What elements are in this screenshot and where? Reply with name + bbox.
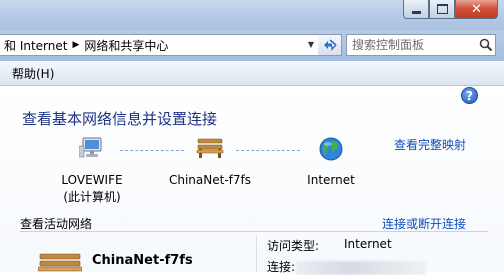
title-bar: ✕ [0,0,504,30]
page-title: 查看基本网络信息并设置连接 [22,110,218,128]
refresh-icon [323,39,337,51]
menu-bar: 帮助(H) [0,61,504,86]
connection-value-redacted[interactable] [296,261,426,275]
breadcrumb[interactable]: 和 Internet ▶ 网络和共享中心 ▼ [0,34,319,56]
node-computer-label: LOVEWIFE [61,173,123,187]
search-input[interactable] [347,37,478,53]
connect-disconnect-link[interactable]: 连接或断开连接 [382,215,466,232]
active-networks-heading: 查看活动网络 [20,217,93,231]
connections-label: 连接: [267,260,296,274]
refresh-button[interactable] [318,34,342,56]
node-computer-sublabel: (此计算机) [63,190,121,204]
node-network-label: ChinaNet-f7fs [168,173,251,187]
main-content: ? 查看基本网络信息并设置连接 查看完整映射 LOVEWIFE (此计算机) C… [0,86,504,275]
node-internet[interactable]: Internet [292,136,370,189]
bench-network-icon [38,253,82,272]
minimize-button[interactable] [403,0,429,19]
address-row: 和 Internet ▶ 网络和共享中心 ▼ [0,30,504,61]
node-network[interactable]: ChinaNet-f7fs [160,136,260,189]
view-full-map-link[interactable]: 查看完整映射 [394,136,466,153]
minimize-icon [411,10,421,14]
globe-icon [319,137,343,161]
breadcrumb-separator-icon[interactable]: ▶ [71,40,80,50]
access-type-value: Internet [344,237,392,251]
breadcrumb-dropdown-icon[interactable]: ▼ [308,40,314,49]
search-box[interactable] [346,34,496,56]
breadcrumb-item-sharing-center[interactable]: 网络和共享中心 [80,37,172,54]
breadcrumb-item-network-internet[interactable]: 和 Internet [0,37,71,54]
maximize-icon [436,4,448,14]
access-type-label: 访问类型: [267,239,320,253]
node-computer[interactable]: LOVEWIFE (此计算机) [50,136,134,206]
caption-buttons: ✕ [403,0,498,20]
node-internet-label: Internet [307,173,355,187]
close-icon: ✕ [471,1,482,17]
bench-network-icon [196,138,224,158]
section-divider [20,231,488,232]
maximize-button[interactable] [429,0,455,19]
details-separator [256,236,257,272]
computer-icon [79,137,102,158]
menu-help[interactable]: 帮助(H) [0,65,58,82]
search-icon[interactable] [478,37,494,53]
help-icon[interactable]: ? [461,87,478,104]
close-button[interactable]: ✕ [455,0,498,19]
active-network-name: ChinaNet-f7fs [92,253,193,268]
